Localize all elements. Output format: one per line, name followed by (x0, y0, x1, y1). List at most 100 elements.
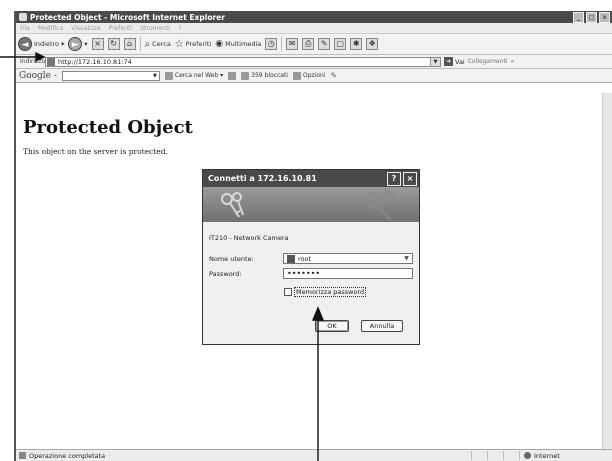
popup-blocker-button[interactable]: 359 bloccati (241, 71, 288, 80)
favorites-label: Preferiti (185, 40, 212, 48)
pagerank-icon[interactable] (228, 71, 237, 80)
page-body-text: This object on the server is protected. (23, 147, 168, 156)
print-icon[interactable]: ⎙ (302, 38, 315, 50)
page-done-icon (19, 452, 26, 459)
go-button[interactable]: ➜ Vai (444, 57, 465, 66)
username-combobox[interactable]: root ▼ (283, 253, 413, 264)
chevron-down-icon[interactable]: ▼ (151, 72, 159, 80)
chevron-down-icon[interactable]: ▼ (402, 254, 411, 263)
security-zone: Internet (519, 451, 612, 460)
search-button[interactable]: ⌕ Cerca (145, 39, 171, 50)
address-label: Indirizzo (20, 58, 46, 65)
edit-icon[interactable]: ✎ (318, 38, 331, 50)
remember-password-option[interactable]: Memorizza password (284, 287, 367, 297)
menu-file[interactable]: File (20, 25, 30, 32)
chevron-down-icon[interactable]: ▾ (61, 40, 64, 48)
research-icon[interactable]: ❖ (366, 38, 379, 50)
remember-password-label[interactable]: Memorizza password (294, 287, 367, 297)
password-label: Password: (209, 270, 242, 278)
keys-icon (221, 190, 396, 222)
history-icon[interactable]: ◷ (265, 38, 278, 50)
google-search-web-label: Cerca nel Web (174, 72, 219, 79)
media-button[interactable]: ◉ Multimedia (215, 39, 261, 49)
vertical-scrollbar[interactable] (602, 93, 612, 450)
options-icon (292, 71, 301, 80)
menu-edit[interactable]: Modifica (38, 25, 63, 32)
media-label: Multimedia (225, 40, 262, 48)
popup-blocked-count: 359 bloccati (251, 72, 288, 79)
minimize-button[interactable]: _ (573, 11, 584, 23)
address-input[interactable]: http://172.16.10.81:74 ▼ (45, 56, 441, 67)
mail-icon[interactable]: ✉ (286, 38, 299, 50)
discuss-icon[interactable]: ▢ (334, 38, 347, 50)
google-search-web-button[interactable]: Cerca nel Web ▾ (164, 71, 223, 80)
ok-button[interactable]: OK (315, 320, 349, 332)
go-label: Vai (455, 57, 465, 66)
google-logo[interactable]: Google - (19, 71, 57, 81)
page-icon (47, 57, 55, 66)
star-icon: ☆ (174, 38, 184, 50)
username-value: root (298, 254, 312, 263)
status-cell (503, 451, 519, 460)
address-bar: Indirizzo http://172.16.10.81:74 ▼ ➜ Vai… (16, 55, 612, 69)
messenger-icon[interactable]: ✱ (350, 38, 363, 50)
dialog-title: Connetti a 172.16.10.81 (208, 174, 317, 183)
back-button[interactable]: ◄ Indietro ▾ (18, 37, 64, 51)
media-icon: ◉ (215, 39, 224, 49)
links-label[interactable]: Collegamenti (468, 58, 508, 65)
menu-favorites[interactable]: Preferiti (109, 25, 133, 32)
status-cell (487, 451, 503, 460)
status-cell (471, 451, 487, 460)
chevron-down-icon[interactable]: ▾ (84, 40, 87, 48)
forward-button[interactable]: ► ▾ (68, 37, 88, 51)
go-arrow-icon: ➜ (444, 57, 453, 66)
status-bar: Operazione completata Internet (16, 449, 612, 461)
menu-help[interactable]: ? (178, 25, 181, 32)
username-label: Nome utente: (209, 255, 254, 263)
cancel-button[interactable]: Annulla (361, 320, 403, 332)
close-button[interactable]: × (599, 11, 610, 23)
address-url: http://172.16.10.81:74 (58, 57, 132, 66)
maximize-button[interactable]: □ (586, 11, 597, 23)
page-title: Protected Object (23, 117, 193, 138)
password-field[interactable]: ••••••• (283, 268, 413, 279)
google-search-input[interactable]: ▼ (61, 70, 160, 81)
stop-icon[interactable]: × (91, 38, 104, 50)
separator (139, 37, 141, 51)
zone-label: Internet (534, 451, 560, 460)
globe-icon (524, 452, 531, 459)
separator (281, 37, 283, 51)
home-icon[interactable]: ⌂ (123, 38, 136, 50)
title-bar: Protected Object - Microsoft Internet Ex… (16, 11, 612, 23)
back-arrow-icon: ◄ (18, 37, 32, 51)
menu-tools[interactable]: Strumenti (140, 25, 170, 32)
forward-arrow-icon: ► (68, 37, 83, 51)
user-icon (287, 254, 295, 263)
dialog-title-bar: Connetti a 172.16.10.81 ? × (203, 170, 419, 187)
google-toolbar: Google - ▼ Cerca nel Web ▾ 359 bloccati … (16, 69, 612, 83)
google-options-label: Opzioni (302, 72, 326, 79)
refresh-icon[interactable]: ↻ (107, 38, 120, 50)
status-text: Operazione completata (29, 451, 106, 460)
dialog-close-button[interactable]: × (403, 171, 417, 186)
window-title: Protected Object - Microsoft Internet Ex… (30, 12, 225, 22)
remember-password-checkbox[interactable] (284, 288, 292, 296)
realm-text: IT210 - Network Camera (209, 234, 289, 242)
back-label: Indietro (34, 40, 60, 48)
google-options-button[interactable]: Opzioni (292, 71, 326, 80)
search-label: Cerca (152, 40, 171, 48)
menu-view[interactable]: Visualizza (71, 25, 101, 32)
chevron-right-icon[interactable]: » (510, 58, 514, 65)
login-dialog: Connetti a 172.16.10.81 ? × IT210 - Netw… (202, 169, 420, 345)
ie-icon (19, 13, 27, 21)
favorites-button[interactable]: ☆ Preferiti (175, 39, 211, 50)
binoculars-icon (164, 71, 173, 80)
chevron-down-icon[interactable]: ▾ (220, 72, 223, 79)
search-icon: ⌕ (144, 38, 151, 50)
standard-toolbar: ◄ Indietro ▾ ► ▾ × ↻ ⌂ ⌕ Cerca ☆ Preferi… (16, 34, 612, 55)
help-button[interactable]: ? (387, 171, 401, 186)
pencil-icon[interactable]: ✎ (330, 71, 337, 80)
chevron-down-icon[interactable]: ▼ (430, 57, 440, 66)
popup-blocker-icon (241, 71, 250, 80)
dialog-banner (203, 187, 419, 222)
